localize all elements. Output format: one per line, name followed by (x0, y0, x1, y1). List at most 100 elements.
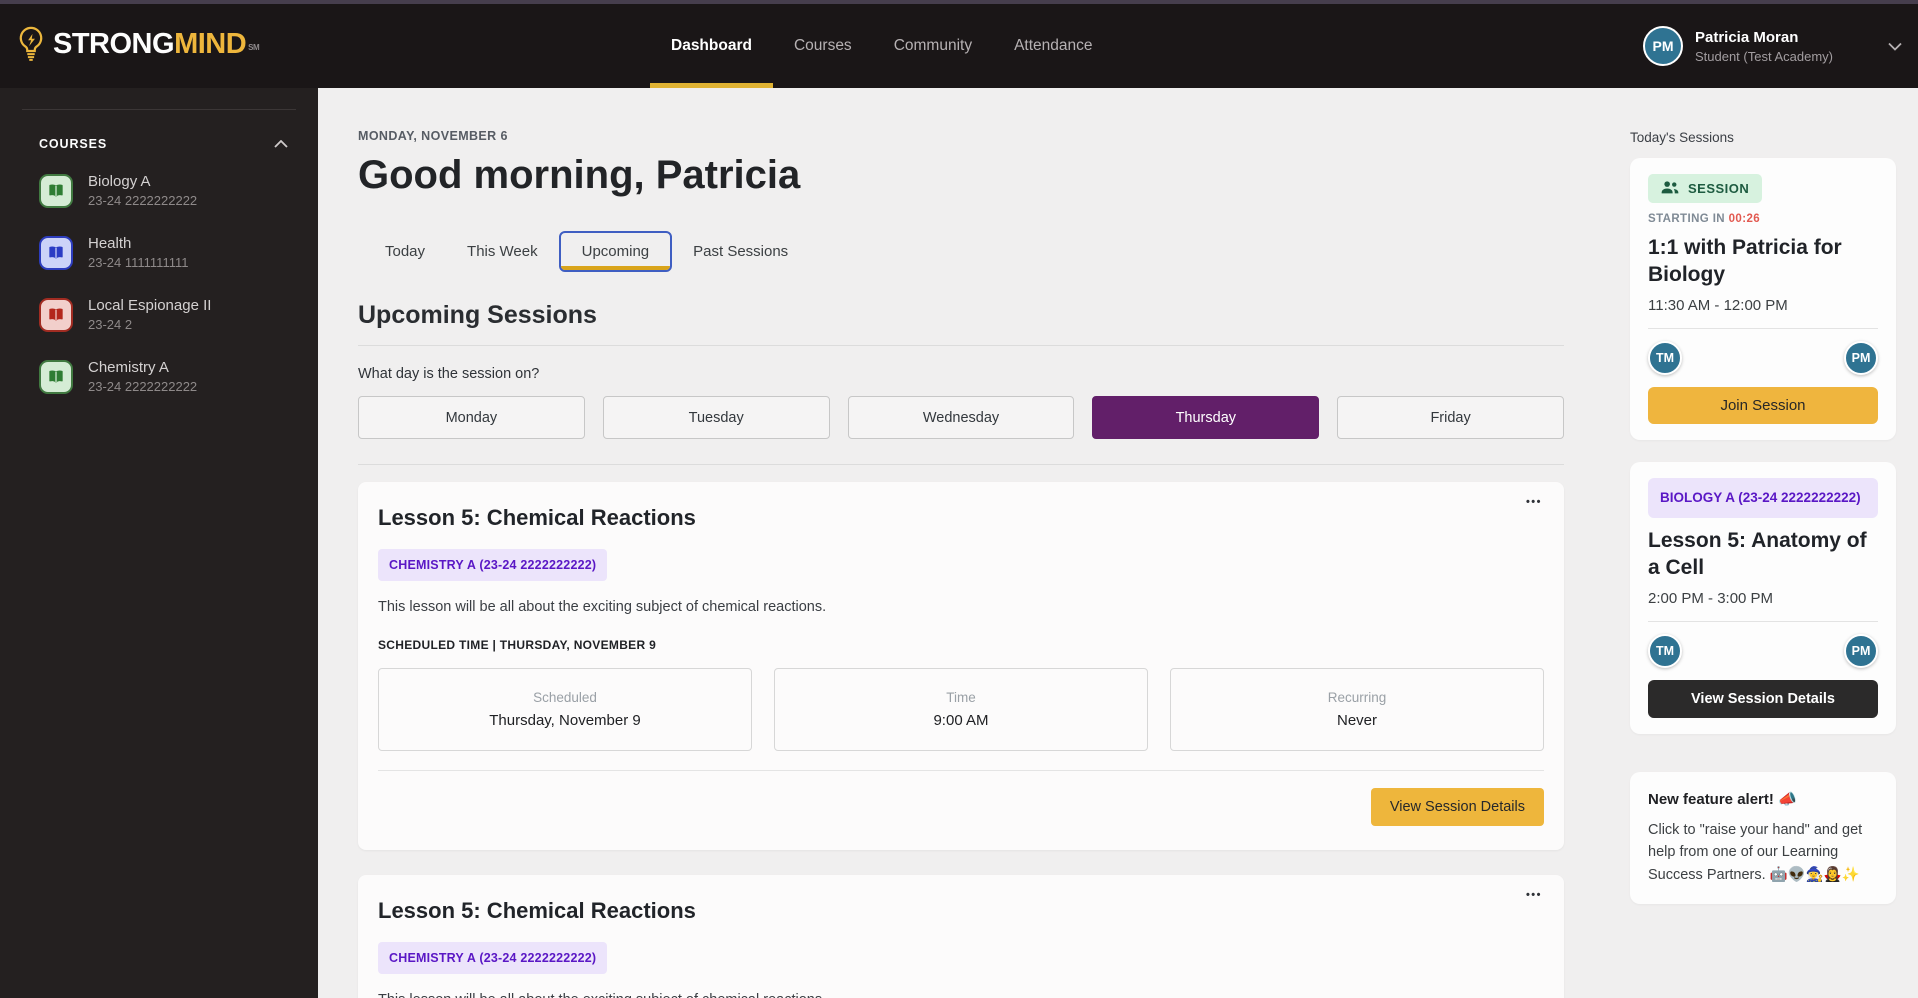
people-icon (1661, 180, 1679, 197)
course-badge: BIOLOGY A (23-24 2222222222) (1648, 478, 1878, 518)
book-icon (39, 359, 73, 394)
current-date: MONDAY, NOVEMBER 6 (358, 129, 508, 143)
greeting-heading: Good morning, Patricia (358, 153, 801, 197)
sidebar-item-local-espionage-ii[interactable]: Local Espionage II 23-24 2 (0, 297, 318, 332)
sidebar-item-health[interactable]: Health 23-24 1111111111 (0, 235, 318, 270)
detail-value: Thursday, November 9 (489, 712, 641, 729)
day-button-thursday[interactable]: Thursday (1092, 396, 1320, 439)
avatar[interactable]: PM (1844, 341, 1878, 375)
session-detail-boxes: Scheduled Thursday, November 9 Time 9:00… (378, 668, 1544, 751)
dashboard-main: MONDAY, NOVEMBER 6 Good morning, Patrici… (318, 88, 1630, 998)
section-title: Upcoming Sessions (358, 301, 597, 329)
course-code: 23-24 1111111111 (88, 255, 189, 270)
sidebar-item-biology-a[interactable]: Biology A 23-24 2222222222 (0, 173, 318, 208)
nav-item-courses[interactable]: Courses (773, 4, 873, 88)
session-card: SESSION STARTING IN 00:26 1:1 with Patri… (1630, 158, 1896, 440)
feature-alert-card[interactable]: New feature alert! 📣 Click to "raise you… (1630, 771, 1896, 904)
session-title: Lesson 5: Anatomy of a Cell (1648, 528, 1867, 579)
view-session-details-button[interactable]: View Session Details (1370, 788, 1544, 826)
detail-box-scheduled: Scheduled Thursday, November 9 (378, 668, 752, 751)
todays-sessions-panel: Today's Sessions SESSION STARTING IN 00:… (1630, 88, 1918, 998)
detail-value: 9:00 AM (933, 712, 989, 729)
strongmind-logo[interactable]: STRONG MIND SM (0, 26, 260, 67)
avatar[interactable]: TM (1648, 341, 1682, 375)
join-session-button[interactable]: Join Session (1648, 387, 1878, 424)
course-code: 23-24 2 (88, 317, 133, 332)
chevron-down-icon[interactable] (1888, 42, 1902, 51)
divider (378, 770, 1544, 771)
sessions-tabs: Today This Week Upcoming Past Sessions (364, 231, 1564, 272)
book-icon (39, 297, 73, 332)
logo-trademark: SM (248, 42, 260, 52)
course-name: Biology A (88, 173, 151, 190)
course-badge: CHEMISTRY A (23-24 2222222222) (378, 549, 608, 581)
course-code: 23-24 2222222222 (88, 379, 198, 394)
session-time: 11:30 AM - 12:00 PM (1648, 297, 1788, 314)
book-icon (39, 173, 73, 208)
user-name: Patricia Moran (1694, 28, 1799, 46)
nav-item-attendance[interactable]: Attendance (993, 4, 1113, 88)
tab-upcoming[interactable]: Upcoming (558, 231, 673, 272)
detail-box-time: Time 9:00 AM (774, 668, 1148, 751)
course-code: 23-24 2222222222 (88, 193, 198, 208)
scheduled-time-label: SCHEDULED TIME | THURSDAY, NOVEMBER 9 (378, 638, 657, 652)
session-title: 1:1 with Patricia for Biology (1648, 236, 1842, 286)
book-icon (39, 235, 73, 270)
day-button-monday[interactable]: Monday (358, 396, 585, 439)
countdown-timer: 00:26 (1728, 213, 1761, 225)
view-session-details-button[interactable]: View Session Details (1648, 679, 1878, 718)
avatar[interactable]: PM (1642, 26, 1683, 66)
course-name: Chemistry A (88, 359, 169, 376)
lesson-description: This lesson will be all about the exciti… (378, 599, 827, 615)
day-filter-group: Monday Tuesday Wednesday Thursday Friday (358, 396, 1564, 439)
tab-this-week[interactable]: This Week (446, 231, 559, 272)
lesson-description: This lesson will be all about the exciti… (378, 992, 1544, 998)
courses-section-toggle[interactable]: COURSES (0, 110, 318, 173)
lesson-card: ••• Lesson 5: Chemical Reactions CHEMIST… (358, 482, 1564, 850)
detail-label: Time (946, 690, 976, 705)
alert-title: New feature alert! 📣 (1648, 790, 1797, 808)
alert-body: Click to "raise your hand" and get help … (1648, 821, 1863, 883)
logo-text-strong: STRONG (53, 27, 175, 60)
session-badge-label: SESSION (1688, 181, 1750, 196)
divider (1648, 620, 1878, 622)
lightbulb-logo-icon (16, 26, 46, 67)
tab-today[interactable]: Today (364, 231, 446, 272)
session-card: BIOLOGY A (23-24 2222222222) Lesson 5: A… (1630, 462, 1896, 734)
detail-value: Never (1336, 712, 1377, 729)
nav-item-community[interactable]: Community (873, 4, 993, 88)
course-badge: CHEMISTRY A (23-24 2222222222) (378, 942, 608, 974)
kebab-menu-icon[interactable]: ••• (1526, 496, 1542, 508)
divider (358, 464, 1564, 465)
user-role: Student (Test Academy) (1694, 48, 1833, 64)
logo-text-mind: MIND (174, 27, 247, 60)
lesson-title: Lesson 5: Chemical Reactions (378, 898, 696, 923)
courses-section-title: COURSES (39, 137, 108, 151)
course-name: Local Espionage II (88, 297, 212, 314)
day-button-tuesday[interactable]: Tuesday (602, 396, 830, 439)
day-button-friday[interactable]: Friday (1337, 396, 1564, 439)
courses-sidebar: COURSES Biology A 23-24 2222222222 Healt… (0, 88, 318, 998)
day-question-label: What day is the session on? (358, 366, 540, 382)
detail-label: Scheduled (533, 690, 597, 705)
chevron-up-icon[interactable] (274, 135, 288, 153)
user-menu[interactable]: PM Patricia Moran Student (Test Academy) (1642, 4, 1902, 88)
primary-nav: Dashboard Courses Community Attendance (650, 4, 1114, 88)
sidebar-item-chemistry-a[interactable]: Chemistry A 23-24 2222222222 (0, 359, 318, 394)
nav-item-dashboard[interactable]: Dashboard (650, 4, 773, 88)
tab-past-sessions[interactable]: Past Sessions (672, 231, 809, 272)
avatar[interactable]: PM (1844, 633, 1878, 668)
day-button-wednesday[interactable]: Wednesday (847, 396, 1075, 439)
session-time: 2:00 PM - 3:00 PM (1648, 589, 1774, 607)
lesson-title: Lesson 5: Chemical Reactions (378, 505, 696, 530)
session-badge: SESSION (1648, 174, 1763, 203)
todays-sessions-title: Today's Sessions (1630, 130, 1734, 145)
avatar[interactable]: TM (1648, 633, 1682, 668)
divider (1648, 328, 1878, 329)
detail-box-recurring: Recurring Never (1170, 668, 1544, 751)
starting-in-label: STARTING IN (1648, 213, 1726, 225)
course-name: Health (88, 235, 132, 252)
detail-label: Recurring (1327, 690, 1387, 705)
divider (358, 345, 1564, 346)
kebab-menu-icon[interactable]: ••• (1526, 889, 1542, 901)
